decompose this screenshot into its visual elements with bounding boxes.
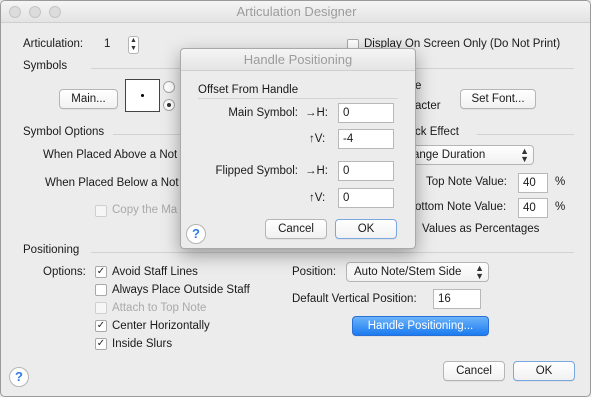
zoom-window-icon[interactable] [49,6,61,18]
bottom-note-value-label: ottom Note Value: [415,201,507,213]
default-vertical-position-field[interactable]: 16 [433,289,481,309]
symbols-divider [91,68,181,69]
staccato-dot-icon [141,94,144,97]
articulation-number: 1 [104,38,111,50]
flipped-symbol-label: Flipped Symbol: [215,165,298,177]
always-place-outside-staff-label: Always Place Outside Staff [112,284,250,296]
articulation-label: Articulation: [23,38,84,50]
chevron-updown-icon: ▲ ▼ [520,146,529,164]
handle-positioning-title: Handle Positioning [181,49,415,71]
flipped-symbol-v-field[interactable]: 0 [338,188,394,208]
center-horizontally-label: Center Horizontally [112,320,210,332]
cancel-button[interactable]: Cancel [443,361,505,381]
top-note-value-label: Top Note Value: [426,176,507,188]
playback-effect-value: ange Duration [413,149,486,161]
copy-main-symbol-checkbox[interactable] [95,205,107,217]
attach-to-top-note-checkbox[interactable] [95,302,107,314]
placed-below-label: When Placed Below a Not [45,177,179,189]
top-note-value-field[interactable]: 40 [518,173,548,193]
close-window-icon[interactable] [9,6,21,18]
articulation-designer-window: Articulation Designer Articulation: 1 ▲ ▼… [0,0,591,397]
flipped-h-label: →H: [305,165,328,177]
flipped-symbol-h-field[interactable]: 0 [338,161,394,181]
positioning-section-title: Positioning [23,244,80,256]
sheet-cancel-button[interactable]: Cancel [265,219,327,239]
bottom-note-percent-label: % [555,201,566,213]
radio-selected-icon [167,103,171,107]
main-h-label: →H: [305,107,328,119]
character-option-label-fragment: acter [415,100,441,112]
symbol-preview [125,79,160,112]
bottom-note-value-field[interactable]: 40 [518,198,548,218]
main-symbol-button[interactable]: Main... [59,89,118,109]
offset-group-divider [198,98,398,99]
articulation-stepper-icon[interactable]: ▲ ▼ [128,36,139,54]
main-symbol-label: Main Symbol: [228,107,298,119]
handle-positioning-dialog: Handle Positioning Offset From Handle Ma… [180,48,416,249]
help-button[interactable]: ? [9,367,29,387]
always-place-outside-staff-checkbox[interactable] [95,284,107,296]
handle-positioning-button[interactable]: Handle Positioning... [352,316,489,336]
position-label: Position: [292,266,337,278]
avoid-staff-lines-checkbox[interactable]: ✓ [95,266,107,278]
center-horizontally-checkbox[interactable]: ✓ [95,320,107,332]
default-vertical-position-label: Default Vertical Position: [292,293,417,305]
window-title: Articulation Designer [236,4,357,19]
symbol-type-radio-1[interactable] [163,81,175,93]
position-value: Auto Note/Stem Side [354,266,462,278]
symbol-options-section-title: Symbol Options [23,126,105,138]
offset-from-handle-group-title: Offset From Handle [198,84,299,96]
minimize-window-icon[interactable] [29,6,41,18]
symbols-section-title: Symbols [23,60,68,72]
options-label: Options: [43,266,86,278]
main-symbol-h-field[interactable]: 0 [338,103,394,123]
playback-effect-section-title: ck Effect [415,126,459,138]
placed-above-label: When Placed Above a Not [43,149,178,161]
playback-divider [477,134,574,135]
inside-slurs-checkbox[interactable]: ✓ [95,338,107,350]
attach-to-top-note-label: Attach to Top Note [112,302,207,314]
symbol-type-radio-2[interactable] [163,99,175,111]
set-font-button[interactable]: Set Font... [460,89,536,109]
avoid-staff-lines-label: Avoid Staff Lines [112,266,198,278]
playback-effect-popup[interactable]: ange Duration ▲ ▼ [405,145,534,165]
window-titlebar: Articulation Designer [1,1,590,23]
position-popup[interactable]: Auto Note/Stem Side ▲ ▼ [346,262,489,282]
symbols-divider-right [416,68,574,69]
inside-slurs-label: Inside Slurs [112,338,173,350]
main-v-label: ↑V: [309,133,326,145]
ok-button[interactable]: OK [513,361,575,381]
sheet-help-button[interactable]: ? [186,224,206,244]
chevron-updown-icon: ▲ ▼ [475,263,484,281]
positioning-divider [91,252,574,253]
main-symbol-v-field[interactable]: -4 [338,129,394,149]
top-note-percent-label: % [555,176,566,188]
sheet-ok-button[interactable]: OK [335,219,397,239]
copy-main-symbol-label: Copy the Ma [112,204,178,216]
values-as-percentages-label: Values as Percentages [422,223,540,235]
symbol-options-divider [113,134,181,135]
flipped-v-label: ↑V: [309,192,326,204]
